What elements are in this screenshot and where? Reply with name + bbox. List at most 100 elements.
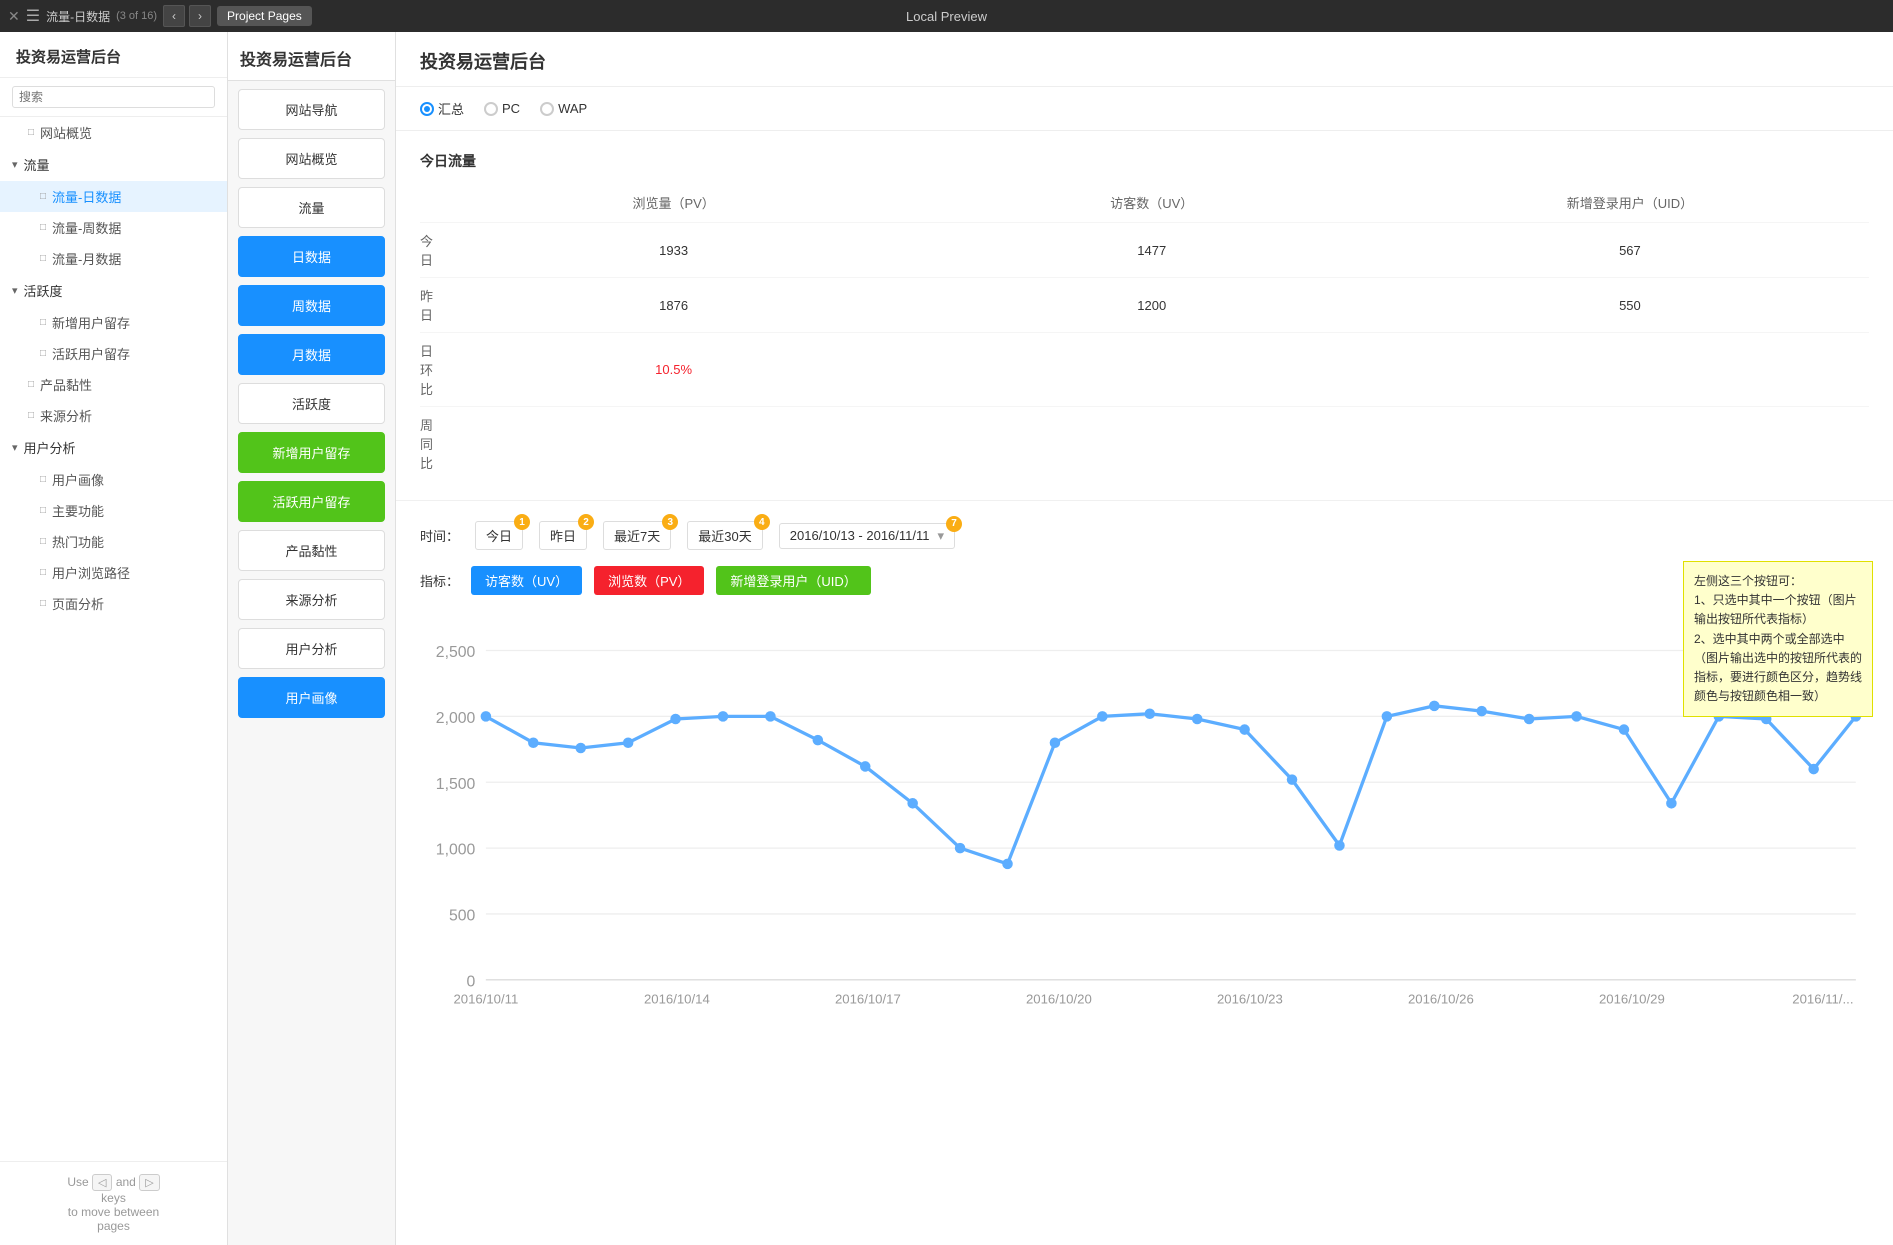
top-bar-left: ✕ ☰ 流量-日数据 (3 of 16) ‹ › Project Pages [8,5,312,27]
sidebar-search-input[interactable] [12,86,215,108]
nav-item-icon: □ [28,410,34,421]
radio-circle-wap [540,102,554,116]
nav-item-icon: □ [28,127,34,138]
sidebar-search-container [0,78,227,117]
mid-nav-user-analysis[interactable]: 用户分析 [238,628,385,669]
traffic-table: 浏览量（PV） 访客数（UV） 新增登录用户（UID） 今日 1933 1477… [420,187,1869,480]
radio-pc[interactable]: PC [484,101,520,116]
nav-group-label: 流量 [24,155,50,174]
sidebar-item-main-features[interactable]: □ 主要功能 [0,495,227,526]
nav-group-header-user-analysis[interactable]: ▾ 用户分析 [0,431,227,464]
sidebar-item-user-profile[interactable]: □ 用户画像 [0,464,227,495]
nav-next-button[interactable]: › [189,5,211,27]
sidebar-item-page-analysis[interactable]: □ 页面分析 [0,588,227,619]
time-btn-7days[interactable]: 最近7天 3 [603,521,671,550]
sidebar-item-user-browse-path[interactable]: □ 用户浏览路径 [0,557,227,588]
week-ratio-uid [1391,407,1869,481]
x-label-2: 2016/10/14 [644,992,710,1007]
sidebar-sub-label: 流量-周数据 [52,218,121,237]
uv-dot [1382,711,1393,722]
uv-dot [1050,737,1061,748]
sidebar-item-product-stickiness[interactable]: □ 产品黏性 [0,369,227,400]
nav-group-traffic: ▾ 流量 □ 流量-日数据 □ 流量-周数据 □ 流量-月数据 [0,148,227,274]
sidebar-sub-label: 新增用户留存 [52,313,130,332]
uv-dot [1619,724,1630,735]
uv-dot [1666,798,1677,809]
date-range-picker[interactable]: 2016/10/13 - 2016/11/11 ▾ 7 [779,523,955,549]
row-label-week-ratio: 周同比 [420,407,435,481]
sidebar-item-traffic-weekly[interactable]: □ 流量-周数据 [0,212,227,243]
uv-dot [1808,764,1819,775]
sidebar-item-active-user-retention[interactable]: □ 活跃用户留存 [0,338,227,369]
today-uv: 1477 [913,223,1391,278]
table-row: 昨日 1876 1200 550 [420,278,1869,333]
nav-sub-icon: □ [40,348,46,359]
main-content: 投资易运营后台 汇总 PC WAP 今日流量 [396,32,1893,1245]
uv-dot [907,798,918,809]
time-btn-yesterday[interactable]: 昨日 2 [539,521,587,550]
project-pages-button[interactable]: Project Pages [217,6,312,26]
mid-nav-source-analysis[interactable]: 来源分析 [238,579,385,620]
mid-nav-activity[interactable]: 活跃度 [238,383,385,424]
mid-nav-active-user-retention[interactable]: 活跃用户留存 [238,481,385,522]
sidebar-sub-label: 流量-日数据 [52,187,121,206]
chart-container: 0 500 1,000 1,500 2,000 2,500 [420,611,1869,1009]
y-label-2500: 2,500 [436,644,476,661]
sidebar-item-new-user-retention[interactable]: □ 新增用户留存 [0,307,227,338]
mid-nav-new-user-retention[interactable]: 新增用户留存 [238,432,385,473]
sidebar-sub-label: 流量-月数据 [52,249,121,268]
metric-btn-uid[interactable]: 新增登录用户（UID） [716,566,870,595]
date-range-text: 2016/10/13 - 2016/11/11 [790,528,930,543]
x-label-8: 2016/11/... [1792,992,1853,1007]
nav-children-activity: □ 新增用户留存 □ 活跃用户留存 [0,307,227,369]
nav-group-user-analysis: ▾ 用户分析 □ 用户画像 □ 主要功能 □ 热门功能 [0,431,227,619]
nav-children-user-analysis: □ 用户画像 □ 主要功能 □ 热门功能 □ 用户浏览路径 [0,464,227,619]
nav-sub-icon: □ [40,598,46,609]
uv-dot [1476,706,1487,717]
time-btn-today[interactable]: 今日 1 [475,521,523,550]
time-badge-2: 2 [578,514,594,530]
mid-nav-product-stickiness[interactable]: 产品黏性 [238,530,385,571]
footer-keys-label: keys [101,1191,126,1205]
yesterday-uid: 550 [1391,278,1869,333]
y-label-500: 500 [449,908,476,925]
expand-icon: ▾ [12,284,18,297]
today-traffic-title: 今日流量 [420,151,1869,171]
mid-nav-weekly[interactable]: 周数据 [238,285,385,326]
sidebar: 投资易运营后台 □ 网站概览 ▾ 流量 □ 流量-日数据 [0,32,228,1245]
sidebar-item-website-overview[interactable]: □ 网站概览 [0,117,227,148]
uv-dot [1287,774,1298,785]
close-icon[interactable]: ✕ [8,8,20,25]
footer-hint: Use [67,1175,92,1189]
uv-dot [1334,840,1345,851]
uv-dot [860,761,871,772]
time-btn-30days[interactable]: 最近30天 4 [687,521,762,550]
mid-nav-monthly[interactable]: 月数据 [238,334,385,375]
sidebar-item-traffic-monthly[interactable]: □ 流量-月数据 [0,243,227,274]
mid-nav-website-overview[interactable]: 网站概览 [238,138,385,179]
metric-btn-uv[interactable]: 访客数（UV） [471,566,582,595]
radio-wap[interactable]: WAP [540,101,587,116]
nav-prev-button[interactable]: ‹ [163,5,185,27]
footer-pages-label: pages [97,1219,130,1233]
mid-nav-user-profile[interactable]: 用户画像 [238,677,385,718]
metric-btn-pv[interactable]: 浏览数（PV） [594,566,704,595]
sidebar-item-label: 网站概览 [40,123,92,142]
radio-total[interactable]: 汇总 [420,99,464,118]
footer-and: and [116,1175,139,1189]
table-row: 今日 1933 1477 567 [420,223,1869,278]
table-row: 周同比 [420,407,1869,481]
mid-nav-website-nav[interactable]: 网站导航 [238,89,385,130]
mid-nav-traffic[interactable]: 流量 [238,187,385,228]
uv-line [486,706,1856,864]
nav-group-header-activity[interactable]: ▾ 活跃度 [0,274,227,307]
uv-dot [813,735,824,746]
hamburger-icon[interactable]: ☰ [26,6,40,26]
x-label-1: 2016/10/11 [453,992,518,1007]
mid-nav-daily[interactable]: 日数据 [238,236,385,277]
sidebar-item-source-analysis[interactable]: □ 来源分析 [0,400,227,431]
uv-dot [1145,708,1156,719]
sidebar-item-popular-features[interactable]: □ 热门功能 [0,526,227,557]
sidebar-item-traffic-daily[interactable]: □ 流量-日数据 [0,181,227,212]
nav-group-header-traffic[interactable]: ▾ 流量 [0,148,227,181]
